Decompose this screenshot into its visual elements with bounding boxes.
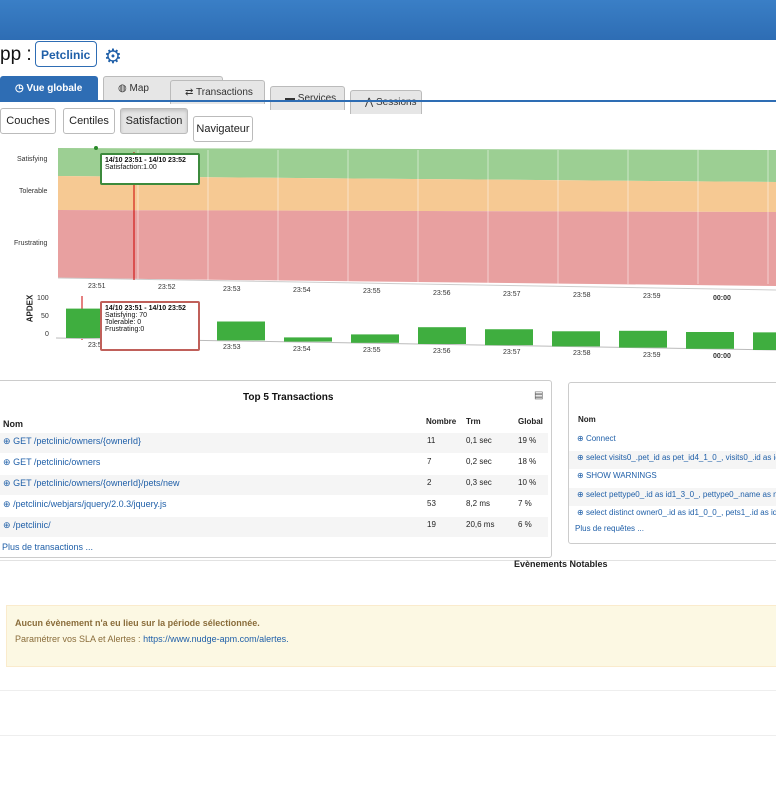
apdex-tooltip: 14/10 23:51 - 14/10 23:52 Satisfying: 70… — [100, 301, 200, 351]
apdex-bar — [284, 337, 332, 342]
divider — [0, 560, 776, 561]
alert-text: Paramétrer vos SLA et Alertes : https://… — [15, 634, 289, 644]
col-nom: Nom — [3, 419, 23, 429]
zoom-icon: ⊕ — [3, 436, 11, 446]
tooltip-tolerable: Tolerable: 0 — [105, 319, 142, 326]
zoom-icon: ⊕ — [577, 434, 584, 443]
cell-count: 7 — [427, 457, 432, 466]
query-name: select pettype0_.id as id1_3_0_, pettype… — [585, 489, 776, 499]
cell-global: 10 % — [518, 478, 537, 487]
query-link[interactable]: ⊕ SHOW WARNINGS — [577, 471, 657, 480]
more-queries-link[interactable]: Plus de requêtes ... — [575, 524, 644, 533]
divider — [0, 735, 776, 736]
x-tick: 23:59 — [643, 351, 661, 359]
x-tick: 23:54 — [293, 345, 311, 353]
zoom-icon: ⊕ — [577, 452, 584, 462]
cell-count: 19 — [427, 520, 436, 529]
apdex-bar — [552, 331, 600, 347]
query-link[interactable]: ⊕ select distinct owner0_.id as id1_0_0_… — [577, 508, 776, 517]
query-link[interactable]: ⊕ select pettype0_.id as id1_3_0_, petty… — [577, 490, 776, 499]
x-tick: 23:53 — [223, 344, 241, 352]
zoom-icon: ⊕ — [577, 471, 584, 480]
transaction-name: /petclinic/webjars/jquery/2.0.3/jquery.j… — [13, 499, 167, 509]
query-row[interactable]: ⊕ select pettype0_.id as id1_3_0_, petty… — [569, 487, 776, 506]
export-icon[interactable]: ▤ — [534, 390, 543, 401]
apdex-bar — [619, 330, 667, 348]
cell-count: 11 — [427, 436, 436, 445]
cell-global: 7 % — [518, 499, 532, 508]
x-tick: 23:57 — [503, 349, 521, 357]
query-name: select visits0_.pet_id as pet_id4_1_0_, … — [585, 452, 776, 462]
transaction-name-link[interactable]: ⊕ /petclinic/webjars/jquery/2.0.3/jquery… — [3, 499, 413, 510]
query-link[interactable]: ⊕ select visits0_.pet_id as pet_id4_1_0_… — [577, 453, 776, 462]
transaction-name: GET /petclinic/owners/{ownerId}/pets/new — [13, 478, 180, 488]
events-alert: Aucun évènement n'a eu lieu sur la pério… — [6, 605, 776, 667]
table-row[interactable]: ⊕ /petclinic/19 20,6 ms 6 % — [0, 517, 548, 537]
queries-col-nom: Nom — [578, 415, 596, 424]
transaction-name-link[interactable]: ⊕ GET /petclinic/owners/{ownerId}/pets/n… — [3, 478, 413, 489]
zoom-icon: ⊕ — [3, 499, 11, 509]
query-name: select distinct owner0_.id as id1_0_0_, … — [585, 508, 776, 517]
alert-link[interactable]: https://www.nudge-apm.com/alertes. — [143, 634, 289, 644]
table-row[interactable]: ⊕ GET /petclinic/owners/{ownerId}/pets/n… — [0, 475, 548, 495]
tooltip-title: 14/10 23:51 - 14/10 23:52 — [105, 305, 186, 312]
x-tick: 00:00 — [713, 352, 731, 360]
query-link[interactable]: ⊕ Connect — [577, 434, 616, 443]
cell-global: 19 % — [518, 436, 537, 445]
apdex-bar — [217, 321, 265, 341]
cell-trm: 0,3 sec — [466, 478, 492, 487]
table-row[interactable]: ⊕ GET /petclinic/owners/{ownerId} 11 0,1 s… — [0, 433, 548, 453]
query-row[interactable]: ⊕ SHOW WARNINGS — [569, 469, 776, 487]
apdex-bar — [686, 332, 734, 349]
zoom-icon: ⊕ — [3, 520, 11, 530]
col-trm: Trm — [466, 417, 481, 426]
cell-trm: 0,1 sec — [466, 436, 492, 445]
zoom-icon: ⊕ — [3, 457, 11, 467]
alert-title: Aucun évènement n'a eu lieu sur la pério… — [15, 618, 260, 628]
cell-count: 2 — [427, 478, 432, 487]
cell-global: 18 % — [518, 457, 537, 466]
cell-count: 53 — [427, 499, 436, 508]
more-transactions-link[interactable]: Plus de transactions ... — [2, 542, 93, 552]
events-title: Evènements Notables — [514, 559, 608, 569]
alert-prefix: Paramétrer vos SLA et Alertes : — [15, 634, 144, 644]
zoom-icon: ⊕ — [577, 489, 584, 499]
zoom-icon: ⊕ — [3, 478, 11, 488]
transaction-name-link[interactable]: ⊕ GET /petclinic/owners — [3, 457, 413, 468]
query-row[interactable]: ⊕ select visits0_.pet_id as pet_id4_1_0_… — [569, 450, 776, 469]
cell-trm: 20,6 ms — [466, 520, 495, 529]
x-tick: 23:55 — [363, 346, 381, 354]
cell-trm: 8,2 ms — [466, 499, 491, 508]
apdex-bar — [66, 308, 100, 338]
cell-global: 6 % — [518, 520, 532, 529]
tooltip-satisfying: Satisfying: 70 — [105, 312, 148, 319]
transaction-name-link[interactable]: ⊕ GET /petclinic/owners/{ownerId} — [3, 436, 413, 447]
apdex-bar — [485, 329, 533, 346]
transaction-name: /petclinic/ — [13, 520, 51, 530]
query-row[interactable]: ⊕ Connect — [569, 432, 776, 450]
col-nombre: Nombre — [426, 417, 457, 426]
transaction-name: GET /petclinic/owners/{ownerId} — [13, 436, 141, 446]
query-name: Connect — [585, 434, 616, 443]
apdex-bar — [351, 334, 399, 343]
apdex-bar — [753, 332, 776, 350]
cell-trm: 0,2 sec — [466, 457, 492, 466]
apdex-bar — [418, 327, 466, 344]
query-name: SHOW WARNINGS — [585, 471, 657, 480]
transaction-name: GET /petclinic/owners — [13, 457, 101, 467]
top-transactions-title: Top 5 Transactions — [243, 392, 334, 403]
transaction-name-link[interactable]: ⊕ /petclinic/ — [3, 520, 413, 531]
query-row[interactable]: ⊕ select distinct owner0_.id as id1_0_0_… — [569, 506, 776, 524]
table-row[interactable]: ⊕ GET /petclinic/owners 7 0,2 sec 18 % — [0, 454, 548, 474]
x-tick: 23:56 — [433, 348, 451, 355]
x-tick: 23:58 — [573, 350, 591, 358]
divider — [0, 690, 776, 691]
zoom-icon: ⊕ — [577, 508, 584, 517]
tooltip-frustrating: Frustrating:0 — [105, 326, 145, 333]
col-global: Global — [518, 417, 543, 426]
table-row[interactable]: ⊕ /petclinic/webjars/jquery/2.0.3/jquery… — [0, 496, 548, 516]
